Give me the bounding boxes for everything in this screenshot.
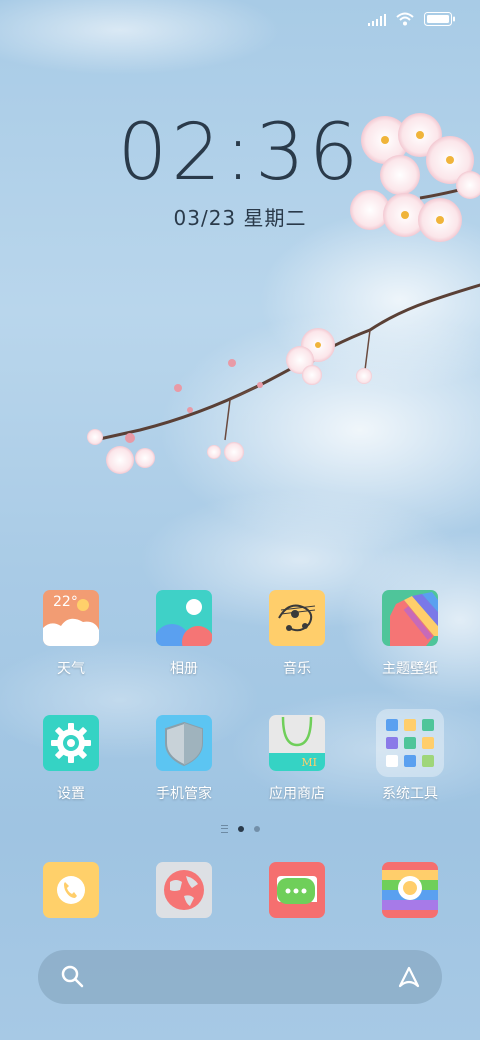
- store-badge: MI: [301, 756, 317, 769]
- themes-icon: [382, 590, 438, 646]
- settings-gear-icon: [43, 715, 99, 771]
- app-label: 主题壁纸: [382, 661, 438, 677]
- gallery-icon: [156, 590, 212, 646]
- app-security[interactable]: 手机管家: [129, 715, 239, 803]
- wifi-icon: [396, 11, 414, 30]
- status-bar: [368, 10, 456, 30]
- app-label: 音乐: [283, 661, 311, 677]
- phone-icon: [57, 876, 85, 904]
- lockscreen-clock: 02:36: [117, 108, 363, 198]
- page-dot: [253, 826, 260, 832]
- page-indicator[interactable]: [0, 825, 480, 833]
- lockscreen-date: 03/23 星期二: [173, 206, 307, 230]
- messages-icon: [277, 876, 317, 904]
- weather-temperature: 22°: [53, 594, 78, 610]
- app-label: 应用商店: [269, 786, 325, 802]
- app-weather[interactable]: 22° 天气: [16, 590, 126, 678]
- dock-camera[interactable]: [382, 862, 438, 918]
- app-themes[interactable]: 主题壁纸: [355, 590, 465, 678]
- assistant-icon[interactable]: [396, 964, 422, 994]
- dock-phone[interactable]: [43, 862, 99, 918]
- signal-icon: [368, 11, 386, 30]
- app-label: 设置: [57, 786, 85, 802]
- home-screen: 02:36 03/23 星期二 22° 天气 相册 音乐 主题壁纸 设置 手机管…: [0, 0, 480, 1040]
- dock-browser[interactable]: [156, 862, 212, 918]
- app-label: 相册: [170, 661, 198, 677]
- app-store-bag-icon: MI: [269, 715, 325, 771]
- battery-icon: [424, 11, 456, 30]
- app-label: 系统工具: [382, 786, 438, 802]
- weather-icon: 22°: [43, 590, 99, 646]
- app-store[interactable]: MI 应用商店: [242, 715, 352, 803]
- app-label: 手机管家: [156, 786, 212, 802]
- dock-messages[interactable]: [269, 862, 325, 918]
- page-dot-active: [237, 826, 244, 832]
- app-settings[interactable]: 设置: [16, 715, 126, 803]
- app-music[interactable]: 音乐: [242, 590, 352, 678]
- app-gallery[interactable]: 相册: [129, 590, 239, 678]
- page-list-indicator: [220, 825, 228, 833]
- folder-icon: [376, 709, 444, 777]
- music-icon: [269, 590, 325, 646]
- search-icon[interactable]: [60, 964, 86, 994]
- camera-icon: [382, 862, 438, 918]
- browser-globe-icon: [164, 870, 204, 910]
- search-bar[interactable]: [38, 950, 442, 1004]
- app-label: 天气: [57, 661, 85, 677]
- app-folder-system-tools[interactable]: 系统工具: [355, 709, 465, 803]
- security-shield-icon: [156, 715, 212, 771]
